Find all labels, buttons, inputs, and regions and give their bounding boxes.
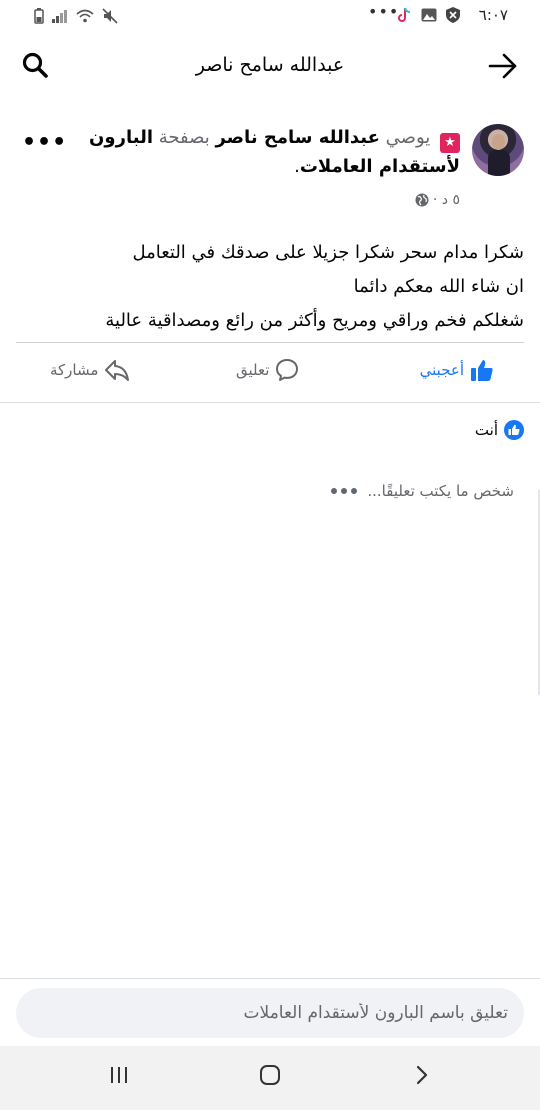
post-body-line: شكرا مدام سحر شكرا جزيلا على صدقك في الت… (132, 242, 524, 263)
status-left-icons (34, 8, 118, 24)
status-overflow-dots: ••• (368, 2, 400, 21)
comment-label: تعليق (236, 361, 270, 379)
avatar[interactable] (472, 124, 524, 176)
page-pre-text: بصفحة (158, 127, 210, 148)
author-name[interactable]: عبدالله سامح ناصر (215, 127, 379, 148)
tiktok-icon (398, 7, 411, 22)
comment-icon (276, 359, 299, 381)
nav-back-button[interactable] (412, 1064, 432, 1090)
typing-text: شخص ما يكتب تعليقًا... (367, 482, 514, 500)
back-arrow-icon (488, 53, 517, 79)
section-divider (0, 402, 540, 403)
home-button[interactable] (258, 1064, 282, 1090)
page-header: عبدالله سامح ناصر (0, 34, 540, 98)
globe-icon (415, 193, 429, 207)
reactions-label: أنت (474, 421, 498, 439)
like-reaction-icon (504, 420, 524, 440)
thumbs-up-icon (471, 360, 493, 381)
recent-apps-icon (111, 1067, 127, 1083)
back-icon (416, 1065, 428, 1085)
post-time[interactable]: ٥ د · (433, 192, 460, 208)
share-label: مشاركة (50, 361, 99, 379)
status-right-icons (398, 7, 460, 23)
gallery-icon (421, 8, 437, 22)
wifi-icon (76, 9, 94, 23)
battery-icon (34, 8, 44, 24)
like-button[interactable]: أعجبني (420, 358, 494, 382)
recent-apps-button[interactable] (108, 1064, 130, 1090)
action-bar: أعجبني تعليق مشاركة (0, 348, 540, 400)
post-options-button[interactable]: ••• (22, 130, 67, 155)
status-bar: ••• ٦:٠٧ (0, 0, 540, 34)
signal-icon (52, 10, 67, 23)
reactions-summary[interactable]: أنت (475, 420, 524, 440)
status-time: ٦:٠٧ (478, 6, 508, 24)
post-body-line: شغلكم فخم وراقي ومريح وأكثر من رائع ومصد… (105, 310, 524, 331)
typing-indicator: شخص ما يكتب تعليقًا... (331, 482, 514, 500)
post-body-line: ان شاء الله معكم دائما (353, 276, 524, 297)
shield-icon (446, 7, 460, 23)
mute-icon (102, 8, 118, 24)
author-pre-text: يوصي (385, 127, 431, 148)
share-button[interactable]: مشاركة (50, 358, 130, 382)
like-label: أعجبني (419, 361, 464, 379)
page-title: عبدالله سامح ناصر (195, 54, 345, 76)
comment-input[interactable] (16, 988, 524, 1038)
share-icon (105, 360, 130, 381)
home-icon (260, 1065, 280, 1085)
system-nav-bar (0, 1046, 540, 1110)
divider (16, 342, 524, 343)
post-meta: ٥ د · (415, 192, 460, 208)
post-header: ★ يوصي عبدالله سامح ناصر بصفحة البارون ل… (60, 124, 460, 181)
post-body: شكرا مدام سحر شكرا جزيلا على صدقك في الت… (16, 236, 524, 338)
recommend-star-icon: ★ (440, 133, 460, 153)
composer-divider (0, 978, 540, 979)
comment-button[interactable]: تعليق (236, 358, 299, 382)
typing-dots-icon (331, 488, 358, 494)
comment-composer[interactable] (16, 988, 524, 1038)
back-button[interactable] (488, 53, 518, 83)
